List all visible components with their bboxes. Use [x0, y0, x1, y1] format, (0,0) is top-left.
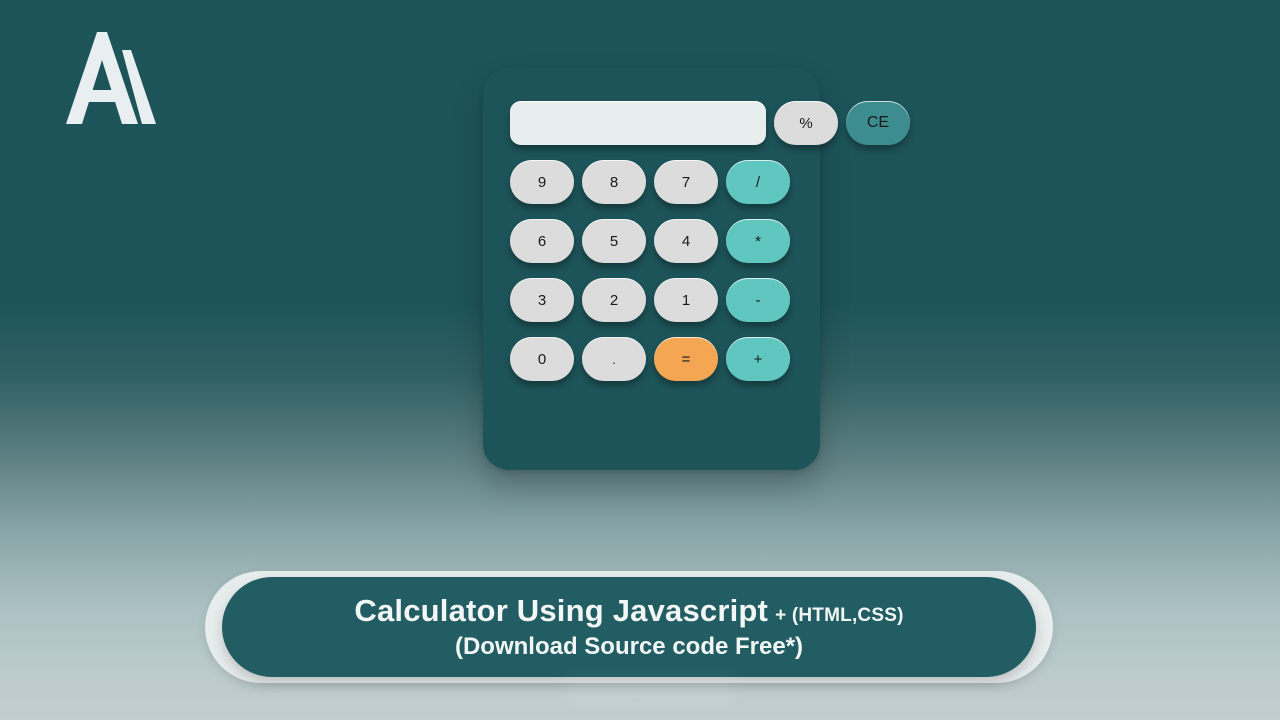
banner-title-suffix: + (HTML,CSS)	[775, 605, 904, 627]
key-5[interactable]: 5	[582, 219, 646, 263]
key-6[interactable]: 6	[510, 219, 574, 263]
key-clear[interactable]: CE	[846, 101, 910, 145]
calculator-keypad: % CE 9 8 7 / 6 5 4 * 3 2 1 - 0 . = +	[510, 101, 910, 381]
keypad-row: % CE	[510, 101, 910, 145]
key-divide[interactable]: /	[726, 160, 790, 204]
key-decimal[interactable]: .	[582, 337, 646, 381]
key-3[interactable]: 3	[510, 278, 574, 322]
keypad-row: 3 2 1 -	[510, 278, 795, 322]
key-8[interactable]: 8	[582, 160, 646, 204]
key-add[interactable]: +	[726, 337, 790, 381]
title-banner: Calculator Using Javascript + (HTML,CSS)…	[205, 571, 1053, 683]
key-0[interactable]: 0	[510, 337, 574, 381]
banner-subtitle: (Download Source code Free*)	[454, 632, 804, 660]
key-7[interactable]: 7	[654, 160, 718, 204]
screen: % CE 9 8 7 / 6 5 4 * 3 2 1 - 0 . = + Cal…	[0, 0, 1280, 720]
banner-title-line: Calculator Using Javascript + (HTML,CSS)	[354, 595, 903, 628]
key-equals[interactable]: =	[654, 337, 718, 381]
calculator-panel: % CE 9 8 7 / 6 5 4 * 3 2 1 - 0 . = +	[483, 68, 910, 470]
key-percent[interactable]: %	[774, 101, 838, 145]
bottom-glow	[565, 676, 735, 706]
key-multiply[interactable]: *	[726, 219, 790, 263]
key-1[interactable]: 1	[654, 278, 718, 322]
banner-body: Calculator Using Javascript + (HTML,CSS)…	[222, 577, 1036, 677]
brand-logo	[52, 28, 170, 128]
banner-title-main: Calculator Using Javascript	[354, 593, 769, 629]
key-subtract[interactable]: -	[726, 278, 790, 322]
key-9[interactable]: 9	[510, 160, 574, 204]
keypad-row: 0 . = +	[510, 337, 795, 381]
keypad-row: 6 5 4 *	[510, 219, 795, 263]
key-4[interactable]: 4	[654, 219, 718, 263]
keypad-row: 9 8 7 /	[510, 160, 795, 204]
key-2[interactable]: 2	[582, 278, 646, 322]
calculator-display[interactable]	[510, 101, 766, 145]
letter-a-mountain-icon	[66, 32, 156, 124]
